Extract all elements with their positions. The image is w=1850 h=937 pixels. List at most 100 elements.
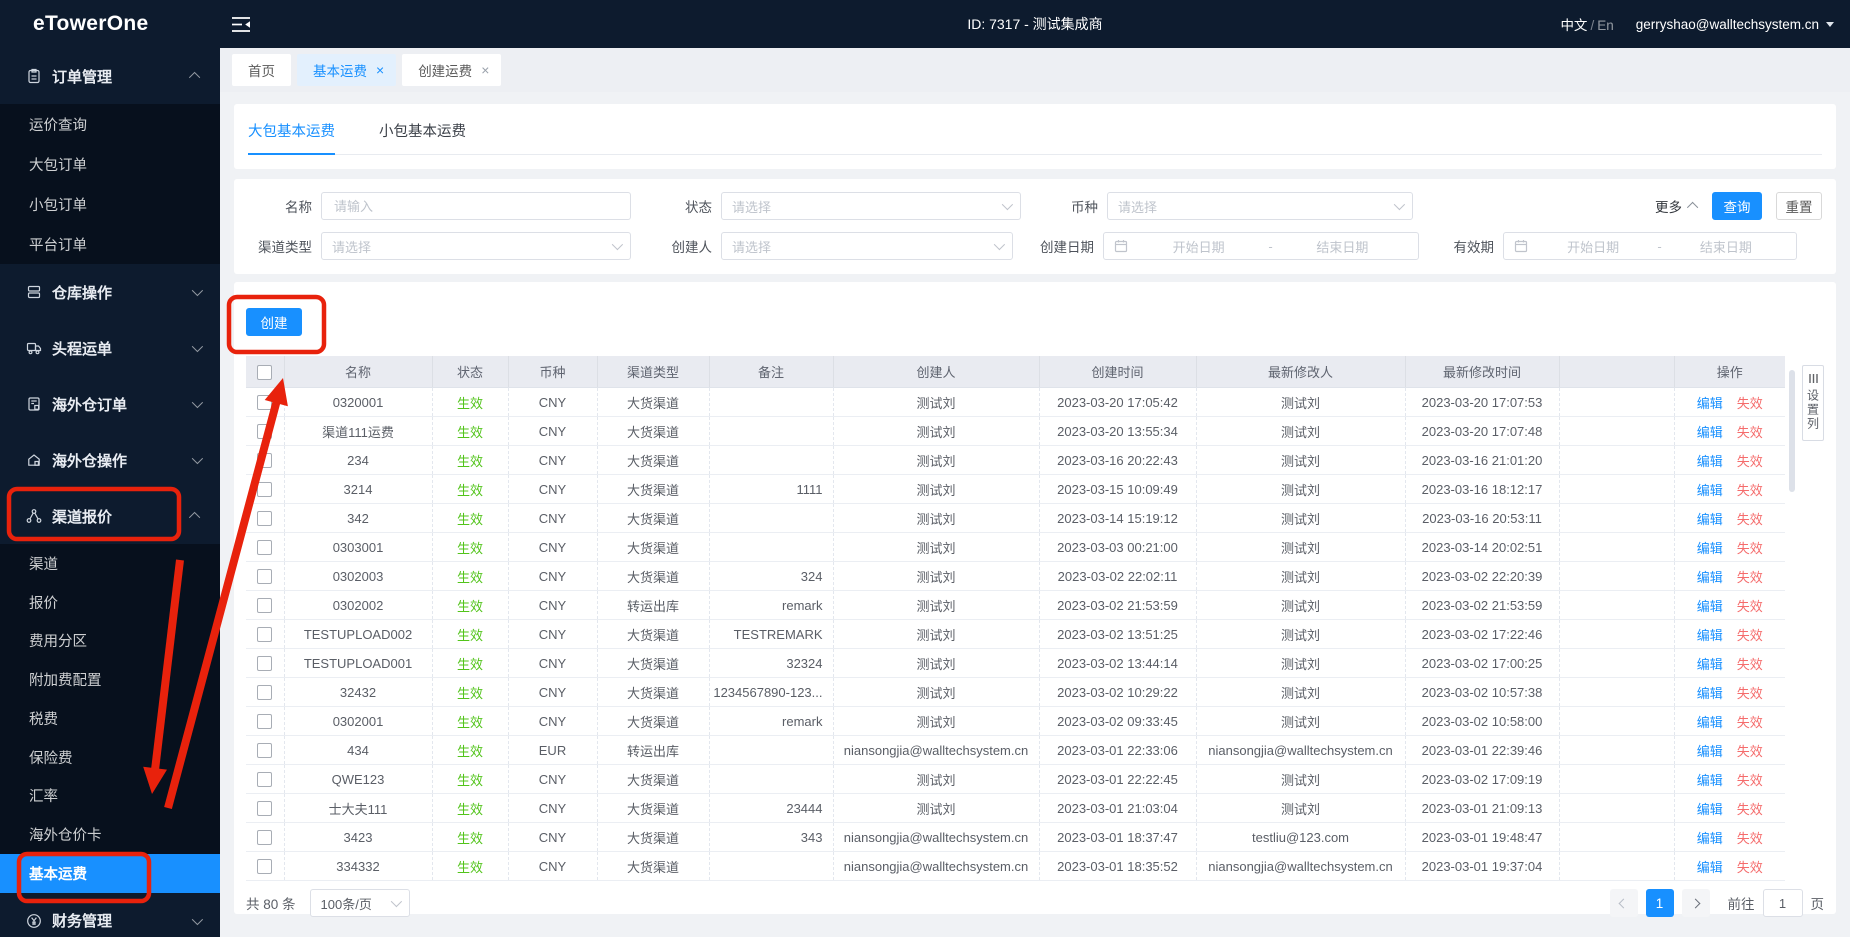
filter-select-creator[interactable]: 请选择	[721, 232, 1013, 260]
prev-page-button[interactable]	[1609, 889, 1638, 917]
row-checkbox[interactable]	[257, 743, 273, 759]
row-checkbox[interactable]	[257, 859, 273, 875]
disable-link[interactable]: 失效	[1737, 773, 1763, 788]
row-checkbox[interactable]	[257, 453, 273, 469]
row-checkbox[interactable]	[257, 772, 273, 788]
edit-link[interactable]: 编辑	[1697, 454, 1723, 469]
disable-link[interactable]: 失效	[1737, 686, 1763, 701]
filter-daterange-create-date[interactable]: 开始日期 - 结束日期	[1103, 232, 1419, 260]
row-checkbox[interactable]	[257, 511, 273, 527]
row-checkbox[interactable]	[257, 395, 273, 411]
create-button[interactable]: 创建	[246, 308, 302, 336]
select-all-checkbox[interactable]	[257, 364, 273, 380]
disable-link[interactable]: 失效	[1737, 860, 1763, 875]
table-scrollbar[interactable]	[1789, 370, 1795, 492]
disable-link[interactable]: 失效	[1737, 396, 1763, 411]
more-toggle[interactable]: 更多	[1655, 196, 1699, 216]
language-switch[interactable]: 中文 / En	[1560, 14, 1613, 34]
row-checkbox[interactable]	[257, 569, 273, 585]
next-page-button[interactable]	[1681, 889, 1710, 917]
reset-button[interactable]: 重置	[1776, 192, 1822, 220]
row-checkbox[interactable]	[257, 598, 273, 614]
edit-link[interactable]: 编辑	[1697, 483, 1723, 498]
sidebar-item-big-parcel-orders[interactable]: 大包订单	[0, 144, 220, 184]
edit-link[interactable]: 编辑	[1697, 773, 1723, 788]
sidebar-item-exchange-rate[interactable]: 汇率	[0, 777, 220, 816]
goto-page-input[interactable]	[1762, 889, 1803, 917]
disable-link[interactable]: 失效	[1737, 628, 1763, 643]
user-menu[interactable]: gerryshao@walltechsystem.cn	[1636, 17, 1834, 32]
edit-link[interactable]: 编辑	[1697, 628, 1723, 643]
sidebar-item-warehouse-operations[interactable]: 仓库操作	[0, 264, 220, 320]
edit-link[interactable]: 编辑	[1697, 860, 1723, 875]
edit-link[interactable]: 编辑	[1697, 657, 1723, 672]
row-checkbox[interactable]	[257, 656, 273, 672]
edit-link[interactable]: 编辑	[1697, 715, 1723, 730]
page-size-select[interactable]: 100条/页	[309, 889, 410, 917]
sidebar-item-surcharge-config[interactable]: 附加费配置	[0, 660, 220, 699]
edit-link[interactable]: 编辑	[1697, 425, 1723, 440]
sidebar-item-small-parcel-orders[interactable]: 小包订单	[0, 184, 220, 224]
sidebar-item-fee-zone[interactable]: 费用分区	[0, 622, 220, 661]
sidebar-item-freight-inquiry[interactable]: 运价查询	[0, 104, 220, 144]
row-checkbox[interactable]	[257, 540, 273, 556]
close-icon[interactable]: ×	[376, 63, 384, 77]
disable-link[interactable]: 失效	[1737, 657, 1763, 672]
sidebar-item-basic-freight[interactable]: 基本运费	[0, 854, 220, 893]
filter-daterange-valid-period[interactable]: 开始日期 - 结束日期	[1503, 232, 1797, 260]
row-checkbox[interactable]	[257, 714, 273, 730]
row-checkbox[interactable]	[257, 830, 273, 846]
sidebar-item-channel-quotation[interactable]: 渠道报价	[0, 488, 220, 544]
disable-link[interactable]: 失效	[1737, 454, 1763, 469]
edit-link[interactable]: 编辑	[1697, 744, 1723, 759]
tab-home[interactable]: 首页	[232, 54, 291, 86]
tab-basic-freight[interactable]: 基本运费 ×	[297, 54, 397, 86]
tab-small-parcel-basic-freight[interactable]: 小包基本运费	[379, 120, 466, 154]
row-checkbox[interactable]	[257, 685, 273, 701]
disable-link[interactable]: 失效	[1737, 425, 1763, 440]
disable-link[interactable]: 失效	[1737, 541, 1763, 556]
filter-select-status[interactable]: 请选择	[721, 192, 1021, 220]
sidebar-item-insurance[interactable]: 保险费	[0, 738, 220, 777]
column-settings-button[interactable]: 设置列	[1802, 365, 1824, 441]
disable-link[interactable]: 失效	[1737, 483, 1763, 498]
disable-link[interactable]: 失效	[1737, 744, 1763, 759]
edit-link[interactable]: 编辑	[1697, 686, 1723, 701]
row-checkbox[interactable]	[257, 424, 273, 440]
filter-select-currency[interactable]: 请选择	[1107, 192, 1413, 220]
sidebar-item-channel[interactable]: 渠道	[0, 544, 220, 583]
sidebar-item-platform-orders[interactable]: 平台订单	[0, 224, 220, 264]
current-page-button[interactable]: 1	[1645, 889, 1674, 917]
edit-link[interactable]: 编辑	[1697, 802, 1723, 817]
edit-link[interactable]: 编辑	[1697, 396, 1723, 411]
sidebar-item-order-management[interactable]: 订单管理	[0, 48, 220, 104]
edit-link[interactable]: 编辑	[1697, 599, 1723, 614]
sidebar-item-quotation[interactable]: 报价	[0, 583, 220, 622]
disable-link[interactable]: 失效	[1737, 715, 1763, 730]
disable-link[interactable]: 失效	[1737, 570, 1763, 585]
disable-link[interactable]: 失效	[1737, 831, 1763, 846]
sidebar-item-overseas-warehouse-operations[interactable]: 海外仓操作	[0, 432, 220, 488]
disable-link[interactable]: 失效	[1737, 512, 1763, 527]
edit-link[interactable]: 编辑	[1697, 512, 1723, 527]
disable-link[interactable]: 失效	[1737, 802, 1763, 817]
filter-select-channel-type[interactable]: 请选择	[321, 232, 631, 260]
sidebar-item-overseas-price-card[interactable]: 海外仓价卡	[0, 815, 220, 854]
tab-create-freight[interactable]: 创建运费 ×	[402, 54, 502, 86]
row-checkbox[interactable]	[257, 482, 273, 498]
sidebar-item-tax[interactable]: 税费	[0, 699, 220, 738]
filter-input-name[interactable]	[332, 197, 620, 215]
search-button[interactable]: 查询	[1712, 192, 1762, 220]
filter-input-name[interactable]	[321, 192, 631, 220]
edit-link[interactable]: 编辑	[1697, 541, 1723, 556]
tab-big-parcel-basic-freight[interactable]: 大包基本运费	[248, 120, 335, 155]
row-checkbox[interactable]	[257, 801, 273, 817]
disable-link[interactable]: 失效	[1737, 599, 1763, 614]
close-icon[interactable]: ×	[481, 63, 489, 77]
edit-link[interactable]: 编辑	[1697, 831, 1723, 846]
sidebar-item-first-leg-shipments[interactable]: 头程运单	[0, 320, 220, 376]
edit-link[interactable]: 编辑	[1697, 570, 1723, 585]
sidebar-item-finance-management[interactable]: 财务管理	[0, 893, 220, 937]
sidebar-item-overseas-warehouse-orders[interactable]: 海外仓订单	[0, 376, 220, 432]
row-checkbox[interactable]	[257, 627, 273, 643]
